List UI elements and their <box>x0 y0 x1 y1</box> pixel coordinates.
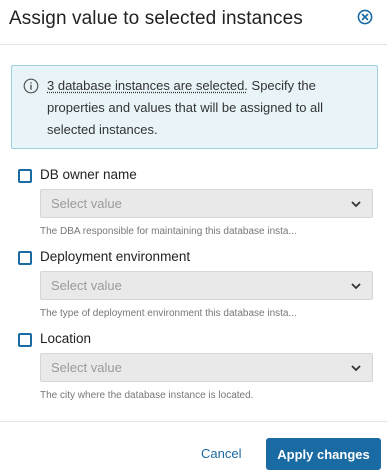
cancel-button[interactable]: Cancel <box>201 446 241 461</box>
db-owner-checkbox[interactable] <box>18 169 32 183</box>
info-icon <box>23 78 39 94</box>
apply-changes-button[interactable]: Apply changes <box>266 438 381 470</box>
db-owner-help-text: The DBA responsible for maintaining this… <box>40 226 297 237</box>
location-help-text: The city where the database instance is … <box>40 390 254 401</box>
chevron-down-icon <box>351 283 361 290</box>
dialog-footer: Cancel Apply changes <box>0 421 387 474</box>
deployment-environment-help-text: The type of deployment environment this … <box>40 308 297 319</box>
close-icon[interactable] <box>357 9 373 25</box>
deployment-environment-select-placeholder: Select value <box>51 278 122 293</box>
info-message: 3 database instances are selected. Speci… <box>47 75 369 141</box>
location-label: Location <box>40 331 92 346</box>
assign-value-dialog: Assign value to selected instances 3 dat… <box>0 0 387 474</box>
deployment-environment-label: Deployment environment <box>40 249 191 264</box>
db-owner-label: DB owner name <box>40 167 137 182</box>
deployment-environment-select[interactable]: Select value <box>40 271 373 300</box>
dialog-title: Assign value to selected instances <box>9 8 303 29</box>
location-select-placeholder: Select value <box>51 360 122 375</box>
db-owner-select[interactable]: Select value <box>40 189 373 218</box>
location-checkbox[interactable] <box>18 333 32 347</box>
chevron-down-icon <box>351 201 361 208</box>
selection-info-box: 3 database instances are selected. Speci… <box>11 65 378 149</box>
deployment-environment-checkbox[interactable] <box>18 251 32 265</box>
chevron-down-icon <box>351 365 361 372</box>
location-select[interactable]: Select value <box>40 353 373 382</box>
dialog-header: Assign value to selected instances <box>0 0 387 45</box>
selected-instances-link[interactable]: 3 database instances are selected. <box>47 78 248 93</box>
db-owner-select-placeholder: Select value <box>51 196 122 211</box>
